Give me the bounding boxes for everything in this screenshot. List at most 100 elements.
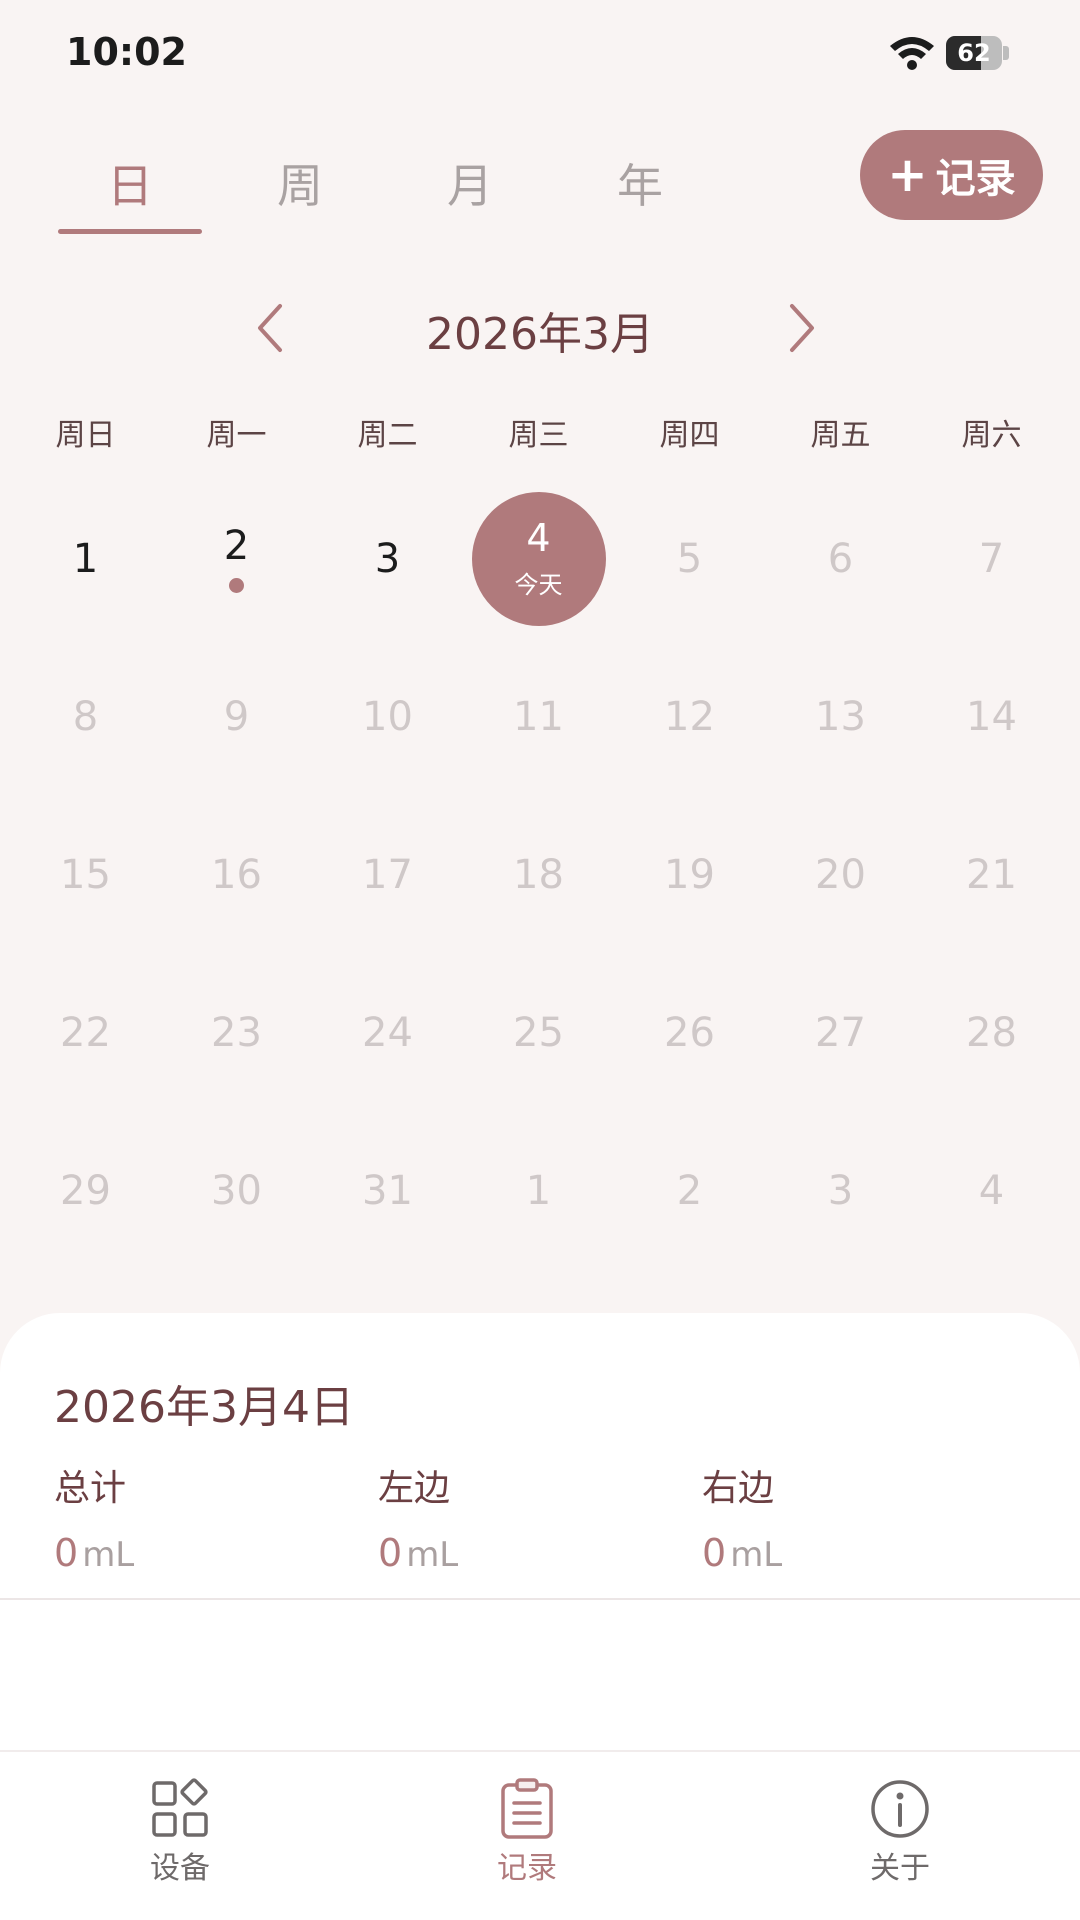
day-number: 1 xyxy=(72,536,99,582)
calendar-day[interactable]: 18 xyxy=(463,796,614,954)
calendar-day[interactable]: 3 xyxy=(765,1112,916,1270)
day-number: 2 xyxy=(223,522,250,569)
calendar-day[interactable]: 4 xyxy=(916,1112,1067,1270)
day-number: 15 xyxy=(60,852,111,898)
calendar-day[interactable]: 30 xyxy=(161,1112,312,1270)
stat-label: 右边 xyxy=(702,1468,775,1509)
day-number: 11 xyxy=(513,694,564,740)
day-number: 21 xyxy=(966,852,1017,898)
chevron-left-icon[interactable] xyxy=(242,298,302,358)
weekday-label: 周三 xyxy=(508,418,569,453)
stat-right: 右边 0 mL xyxy=(702,1459,1002,1575)
calendar-day[interactable]: 9 xyxy=(161,638,312,796)
calendar-day[interactable]: 1 xyxy=(10,480,161,638)
calendar-day[interactable]: 22 xyxy=(10,954,161,1112)
day-number: 17 xyxy=(362,852,413,898)
battery-icon: 62 xyxy=(946,36,1010,70)
day-number: 10 xyxy=(362,694,413,740)
calendar-day-today[interactable]: 4 今天 xyxy=(463,480,614,638)
day-number: 6 xyxy=(827,536,854,582)
stat-total: 总计 0 mL xyxy=(54,1459,354,1575)
weekday-label: 周二 xyxy=(357,418,418,453)
calendar-day[interactable]: 16 xyxy=(161,796,312,954)
stat-left: 左边 0 mL xyxy=(378,1459,678,1575)
day-number: 13 xyxy=(815,694,866,740)
calendar-day[interactable]: 26 xyxy=(614,954,765,1112)
add-record-button[interactable]: + 记录 xyxy=(860,130,1043,220)
active-tab-indicator xyxy=(58,229,202,234)
day-number: 25 xyxy=(513,1010,564,1056)
selected-date: 2026年3月4日 xyxy=(54,1382,354,1433)
day-number: 29 xyxy=(60,1168,111,1214)
month-navigation: 2026年3月 xyxy=(0,290,1080,370)
calendar-day[interactable]: 15 xyxy=(10,796,161,954)
calendar-day[interactable]: 13 xyxy=(765,638,916,796)
calendar-day[interactable]: 28 xyxy=(916,954,1067,1112)
calendar-day[interactable]: 12 xyxy=(614,638,765,796)
day-number: 3 xyxy=(374,536,401,582)
day-number: 3 xyxy=(827,1168,854,1214)
calendar-day[interactable]: 8 xyxy=(10,638,161,796)
calendar-day[interactable]: 7 xyxy=(916,480,1067,638)
calendar-day[interactable]: 29 xyxy=(10,1112,161,1270)
calendar-day[interactable]: 10 xyxy=(312,638,463,796)
chevron-right-icon[interactable] xyxy=(770,298,830,358)
day-number: 5 xyxy=(676,536,703,582)
info-icon xyxy=(871,1780,929,1838)
nav-item-about[interactable]: 关于 xyxy=(820,1777,980,1887)
stat-value: 0 mL xyxy=(378,1531,459,1575)
record-indicator-dot xyxy=(229,577,244,593)
nav-item-records[interactable]: 记录 xyxy=(447,1777,607,1887)
today-highlight: 4 今天 xyxy=(471,492,606,626)
calendar-day[interactable]: 17 xyxy=(312,796,463,954)
day-number: 1 xyxy=(525,1168,552,1214)
stat-value: 0 mL xyxy=(702,1531,783,1575)
weekday-label: 周六 xyxy=(961,418,1022,453)
calendar-day[interactable]: 2 xyxy=(161,480,312,638)
tab-year[interactable]: 年 xyxy=(565,150,715,216)
calendar-day[interactable]: 1 xyxy=(463,1112,614,1270)
calendar-day[interactable]: 24 xyxy=(312,954,463,1112)
calendar-day[interactable]: 3 xyxy=(312,480,463,638)
stat-value: 0 mL xyxy=(54,1531,135,1575)
calendar-day[interactable]: 21 xyxy=(916,796,1067,954)
month-title: 2026年3月 xyxy=(426,309,654,360)
calendar-day[interactable]: 23 xyxy=(161,954,312,1112)
calendar-day[interactable]: 31 xyxy=(312,1112,463,1270)
tab-week[interactable]: 周 xyxy=(225,150,375,216)
calendar-day[interactable]: 25 xyxy=(463,954,614,1112)
calendar-day[interactable]: 2 xyxy=(614,1112,765,1270)
calendar-day[interactable]: 5 xyxy=(614,480,765,638)
calendar-day[interactable]: 20 xyxy=(765,796,916,954)
clipboard-list-icon xyxy=(501,1778,553,1839)
day-number: 22 xyxy=(60,1010,111,1056)
day-number: 20 xyxy=(815,852,866,898)
add-record-label: 记录 xyxy=(935,156,1016,202)
nav-item-devices[interactable]: 设备 xyxy=(100,1777,260,1887)
status-time: 10:02 xyxy=(66,30,187,74)
day-number: 26 xyxy=(664,1010,715,1056)
day-number: 23 xyxy=(211,1010,262,1056)
day-number: 8 xyxy=(72,694,99,740)
calendar-day[interactable]: 14 xyxy=(916,638,1067,796)
calendar-day[interactable]: 27 xyxy=(765,954,916,1112)
weekday-label: 周四 xyxy=(659,418,720,453)
tab-month[interactable]: 月 xyxy=(395,150,545,216)
stat-label: 左边 xyxy=(378,1468,451,1509)
day-number: 24 xyxy=(362,1010,413,1056)
day-number: 4 xyxy=(526,515,551,560)
calendar-grid: 1 2 3 4 今天 5 6 7 8 9 10 11 12 13 14 15 16 17 18 19 20 21 22 23 2… xyxy=(0,480,1080,1280)
calendar-day[interactable]: 19 xyxy=(614,796,765,954)
day-number: 31 xyxy=(362,1168,413,1214)
weekday-label: 周日 xyxy=(55,418,116,453)
plus-icon: + xyxy=(887,147,928,203)
day-number: 9 xyxy=(223,694,250,740)
day-number: 19 xyxy=(664,852,715,898)
calendar-day[interactable]: 6 xyxy=(765,480,916,638)
weekday-label: 周一 xyxy=(206,418,267,453)
calendar-day[interactable]: 11 xyxy=(463,638,614,796)
wifi-icon xyxy=(890,37,934,70)
weekday-label: 周五 xyxy=(810,418,871,453)
nav-label: 关于 xyxy=(870,1851,930,1886)
tab-day[interactable]: 日 xyxy=(55,150,205,216)
